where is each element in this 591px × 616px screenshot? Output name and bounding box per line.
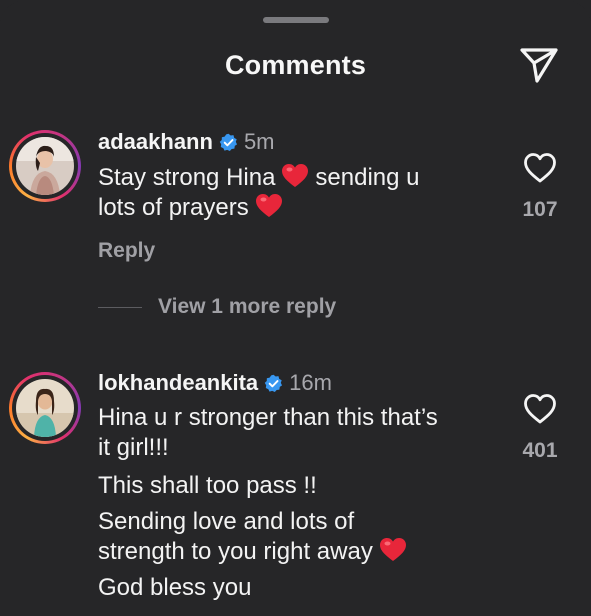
comment-meta: lokhandeankita 16m xyxy=(98,369,332,397)
comment-text-part: sending u xyxy=(315,164,420,191)
comment-line: God bless you xyxy=(98,574,252,601)
view-replies-button[interactable]: View 1 more reply xyxy=(98,295,336,319)
comment-text: Hina u r stronger than this that’s it gi… xyxy=(98,403,508,603)
heart-like-icon[interactable] xyxy=(523,152,557,184)
comments-sheet: Comments adaakhann 5m Stay strong Hina s… xyxy=(0,0,591,616)
comment-text-part: Stay strong Hina xyxy=(98,164,276,191)
comment-line: This shall too pass !! xyxy=(98,472,317,499)
comment-text-part: strength to you right away xyxy=(98,538,373,565)
comment-time: 16m xyxy=(289,370,332,395)
like-count: 401 xyxy=(522,439,558,462)
comment-time: 5m xyxy=(243,129,275,154)
comment-line: Hina u r stronger than this that’s xyxy=(98,404,438,431)
username[interactable]: adaakhann xyxy=(98,129,213,155)
drag-handle[interactable] xyxy=(263,17,329,23)
red-heart-icon xyxy=(379,538,406,561)
page-title: Comments xyxy=(224,50,367,80)
verified-badge-icon xyxy=(264,374,283,392)
paper-plane-icon[interactable] xyxy=(519,46,559,84)
comment-text-part: lots of prayers xyxy=(98,194,249,221)
verified-badge-icon xyxy=(219,133,237,151)
comment-text: Stay strong Hina sending u lots of prayer… xyxy=(98,163,498,223)
username[interactable]: lokhandeankita xyxy=(98,370,258,396)
avatar[interactable] xyxy=(9,130,81,202)
view-replies-label: View 1 more reply xyxy=(158,295,337,318)
comment-line: Sending love and lots of xyxy=(98,508,355,535)
red-heart-icon xyxy=(282,164,309,187)
comment-line: it girl!!! xyxy=(98,434,169,461)
reply-button[interactable]: Reply xyxy=(98,239,155,263)
red-heart-icon xyxy=(255,194,282,217)
like-count: 107 xyxy=(522,198,558,221)
divider-line xyxy=(98,306,142,308)
heart-like-icon[interactable] xyxy=(523,393,557,425)
avatar[interactable] xyxy=(9,372,81,444)
comment-meta: adaakhann 5m xyxy=(98,128,275,156)
